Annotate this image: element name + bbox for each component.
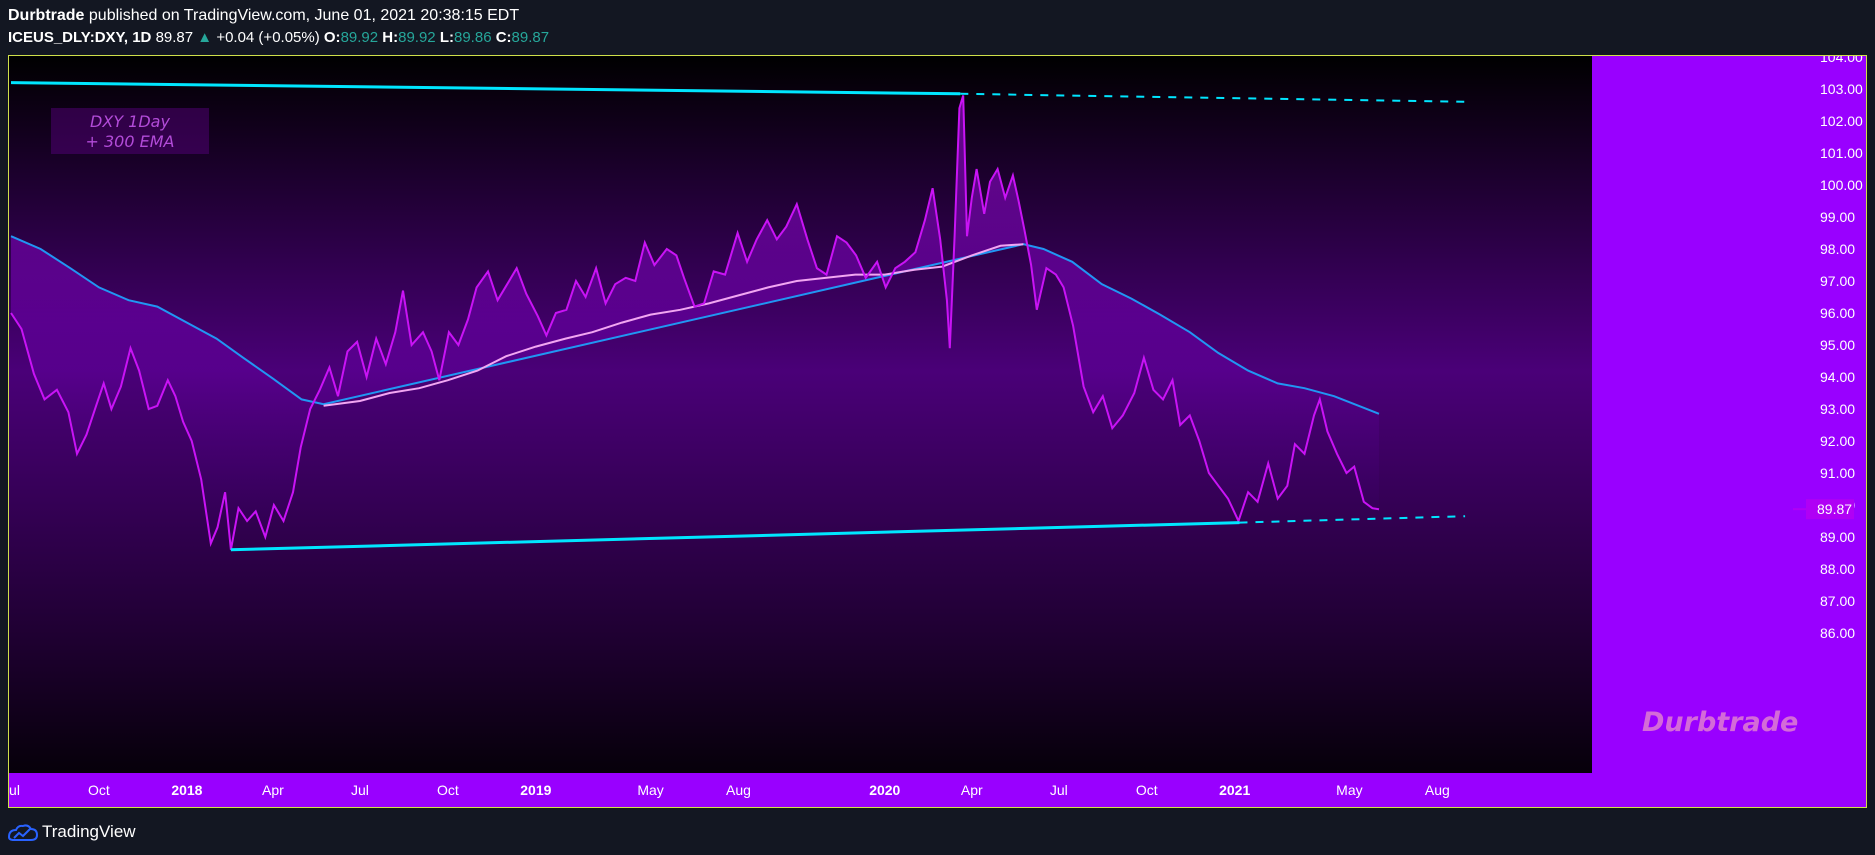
y-axis-panel — [1796, 56, 1866, 807]
y-tick-label: 101.00 — [1820, 145, 1863, 161]
y-tick-label: 93.00 — [1820, 401, 1855, 417]
legend-title: DXY 1Day — [90, 112, 170, 131]
last-price-tag-label: 89.87 — [1817, 501, 1852, 517]
author-watermark: Durbtrade — [1642, 707, 1799, 738]
chart-header: Durbtrade published on TradingView.com, … — [0, 0, 1875, 55]
y-tick-label: 98.00 — [1820, 241, 1855, 257]
y-tick-label: 91.00 — [1820, 465, 1855, 481]
y-tick-label: 96.00 — [1820, 305, 1855, 321]
legend-subtitle: + 300 EMA — [85, 132, 175, 151]
y-tick-label: 100.00 — [1820, 177, 1863, 193]
x-tick-label: Oct — [1136, 782, 1158, 798]
price-change: +0.04 (+0.05%) — [216, 29, 320, 46]
x-tick-label: Oct — [88, 782, 110, 798]
close-label: C: — [495, 29, 512, 46]
y-tick-label: 103.00 — [1820, 81, 1863, 97]
high-label: H: — [382, 29, 399, 46]
chart-area[interactable]: 104.00 103.00 102.00 101.00 100.00 99.00 98.00… — [8, 55, 1867, 808]
y-tick-label: 94.00 — [1820, 369, 1855, 385]
open-value: 89.92 — [340, 29, 379, 46]
footer-bar: TradingView — [0, 808, 1875, 855]
y-tick-label: 89.00 — [1820, 529, 1855, 545]
y-tick-label: 88.00 — [1820, 561, 1855, 577]
y-tick-label: 104.00 — [1820, 56, 1863, 65]
y-tick-label: 92.00 — [1820, 433, 1855, 449]
last-price: 89.87 — [155, 29, 194, 46]
symbol-name: ICEUS_DLY:DXY, 1D — [8, 29, 152, 46]
up-arrow-icon: ▲ — [197, 29, 213, 46]
open-label: O: — [323, 29, 341, 46]
x-tick-label: 2018 — [171, 782, 202, 798]
low-label: L: — [439, 29, 454, 46]
x-tick-label: May — [637, 782, 663, 798]
publish-text: published on TradingView.com, June 01, 2… — [88, 7, 520, 24]
author-name[interactable]: Durbtrade — [8, 7, 84, 24]
x-tick-label: 2020 — [869, 782, 900, 798]
x-tick-label: Aug — [726, 782, 751, 798]
y-tick-label: 95.00 — [1820, 337, 1855, 353]
high-value: 89.92 — [398, 29, 436, 46]
y-tick-label: 97.00 — [1820, 273, 1855, 289]
y-tick-label: 86.00 — [1820, 625, 1855, 641]
y-tick-label: 102.00 — [1820, 113, 1863, 129]
low-value: 89.86 — [454, 29, 492, 46]
x-tick-label: Oct — [437, 782, 459, 798]
x-tick-label: Apr — [262, 782, 284, 798]
future-area — [1592, 56, 1796, 807]
legend-box: DXY 1Day + 300 EMA — [51, 108, 209, 154]
x-tick-label: Jul — [1050, 782, 1068, 798]
y-tick-label: 87.00 — [1820, 593, 1855, 609]
tradingview-logo-icon[interactable] — [8, 822, 38, 842]
price-chart[interactable]: 104.00 103.00 102.00 101.00 100.00 99.00 98.00… — [9, 56, 1866, 807]
x-tick-label: 2021 — [1219, 782, 1250, 798]
x-tick-label: 2019 — [520, 782, 551, 798]
tradingview-brand[interactable]: TradingView — [42, 822, 136, 842]
symbol-info: ICEUS_DLY:DXY, 1D 89.87 ▲ +0.04 (+0.05%)… — [8, 29, 549, 46]
close-value: 89.87 — [511, 29, 550, 46]
y-tick-label: 99.00 — [1820, 209, 1855, 225]
x-tick-label: Aug — [1425, 782, 1450, 798]
publish-info: Durbtrade published on TradingView.com, … — [8, 7, 519, 25]
x-tick-label: Jul — [9, 782, 20, 798]
x-tick-label: May — [1336, 782, 1362, 798]
x-tick-label: Apr — [961, 782, 983, 798]
x-tick-label: Jul — [351, 782, 369, 798]
